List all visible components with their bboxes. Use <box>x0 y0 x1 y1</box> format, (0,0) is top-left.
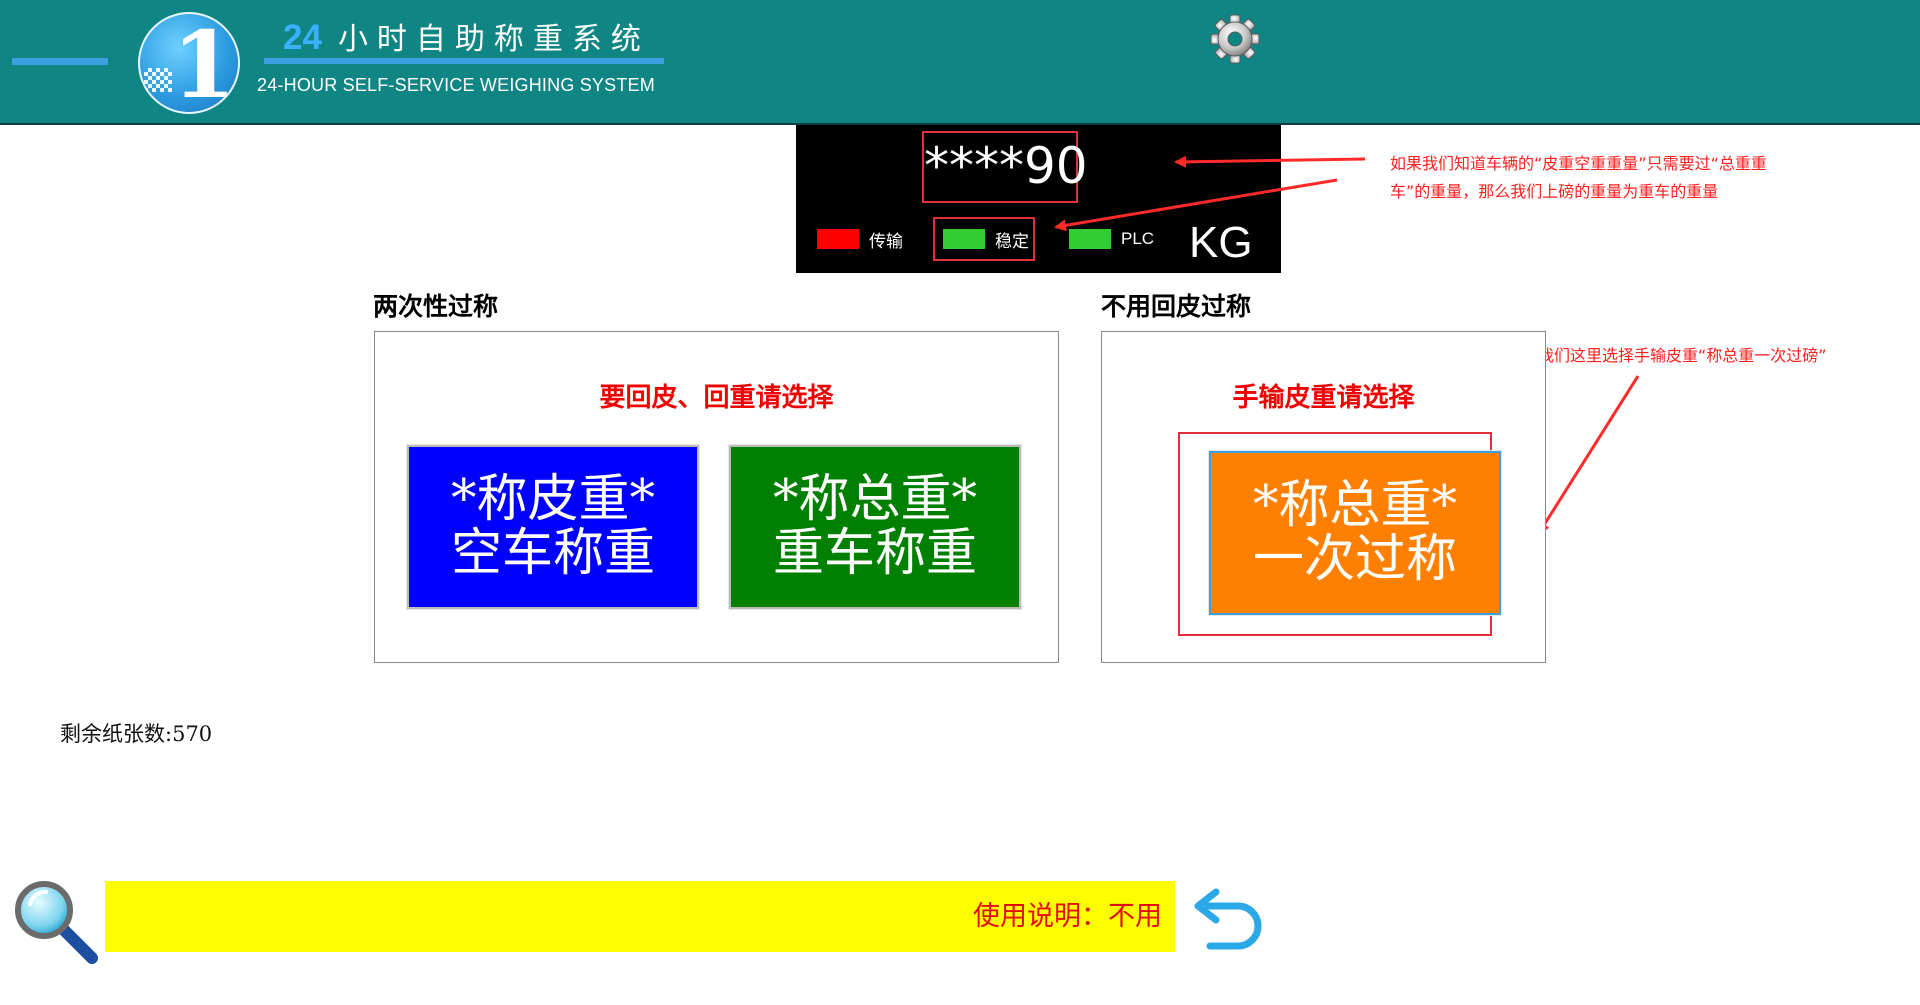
back-arrow-icon[interactable] <box>1186 884 1266 956</box>
arrow-to-one-pass <box>1537 375 1640 535</box>
weigh-gross-line1: *称总重* <box>772 470 977 529</box>
weigh-gross-button[interactable]: *称总重* 重车称重 <box>729 445 1021 609</box>
annotation-top-note-line1: 如果我们知道车辆的“皮重空重重量”只需要过“总重重 <box>1390 154 1767 173</box>
weigh-once-line2: 一次过称 <box>1252 530 1457 589</box>
weigh-tare-button[interactable]: *称皮重* 空车称重 <box>407 445 699 609</box>
section-title-no-tare: 不用回皮过称 <box>1101 292 1252 321</box>
annotation-top-note-line2: 车”的重量，那么我们上磅的重量为重车的重量 <box>1390 182 1719 201</box>
annotation-top-note: 如果我们知道车辆的“皮重空重重量”只需要过“总重重 车”的重量，那么我们上磅的重… <box>1390 150 1890 206</box>
paper-remaining: 剩余纸张数:570 <box>60 718 212 748</box>
weigh-once-line1: *称总重* <box>1252 476 1457 535</box>
weigh-tare-line2: 空车称重 <box>450 524 655 583</box>
section-title-two-pass: 两次性过称 <box>373 292 499 321</box>
no-tare-caption: 手输皮重请选择 <box>1232 383 1415 413</box>
weigh-gross-line2: 重车称重 <box>772 524 977 583</box>
weigh-gross-once-button[interactable]: *称总重* 一次过称 <box>1209 451 1501 615</box>
magnifier-icon[interactable] <box>12 878 100 964</box>
two-pass-caption: 要回皮、回重请选择 <box>599 383 834 413</box>
paper-remaining-count: 570 <box>172 722 213 746</box>
annotation-right-note: 我们这里选择手输皮重“称总重一次过磅” <box>1538 346 1827 365</box>
arrow-to-weight <box>1174 155 1366 168</box>
paper-remaining-label: 剩余纸张数: <box>60 722 173 746</box>
arrow-to-stable <box>1054 178 1338 232</box>
weigh-tare-line1: *称皮重* <box>450 470 655 529</box>
instructions-text: 使用说明：不用 <box>973 901 1162 932</box>
instructions-marquee: 使用说明：不用 <box>105 881 1175 952</box>
